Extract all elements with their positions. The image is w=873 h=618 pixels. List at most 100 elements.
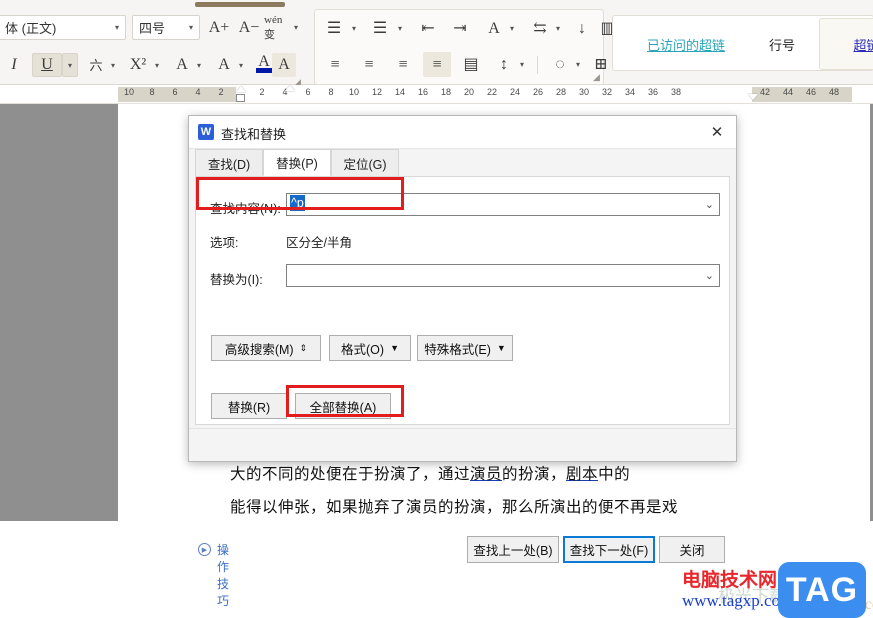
options-label: 选项: xyxy=(210,236,239,250)
ruler-tick: 32 xyxy=(601,87,612,97)
distributed-align-icon: ▤ xyxy=(463,55,479,73)
first-line-indent-marker[interactable] xyxy=(236,86,246,92)
ruler-tick: 36 xyxy=(647,87,658,97)
find-what-input[interactable]: ^p xyxy=(290,195,305,211)
paragraph-direction-button[interactable]: ⇆ xyxy=(527,16,553,41)
text-effect-button[interactable]: A xyxy=(170,53,194,77)
underline-button[interactable]: U xyxy=(32,53,62,77)
shrink-font-button[interactable]: A− xyxy=(236,15,262,40)
tab-replace[interactable]: 替换(P) xyxy=(263,149,331,176)
ruler-tick: 8 xyxy=(328,87,334,97)
align-left-icon: ≡ xyxy=(330,55,340,73)
replace-with-combo[interactable]: ⌄ xyxy=(286,264,720,287)
shading-dropdown[interactable]: ▾ xyxy=(571,52,585,77)
find-what-label: 查找内容(N): xyxy=(210,202,281,216)
replace-all-button[interactable]: 全部替换(A) xyxy=(295,393,391,419)
doc-text-post: 中的 xyxy=(598,465,631,483)
ruler-tick: 28 xyxy=(555,87,566,97)
increase-indent-button[interactable]: ⇥ xyxy=(447,16,473,41)
style-label-hyperlink: 超链接 xyxy=(853,38,873,54)
superscript-dropdown[interactable]: ▾ xyxy=(150,53,164,77)
ribbon-tabstrip xyxy=(0,0,873,9)
asian-layout-button[interactable]: A xyxy=(481,16,507,41)
document-line-1: 大的不同的处便在于扮演了，通过演员的扮演，剧本中的 xyxy=(230,462,630,484)
bullets-button[interactable]: ☰ xyxy=(321,16,347,41)
right-indent-marker[interactable] xyxy=(748,94,758,100)
advanced-search-button[interactable]: 高级搜索(M) ⇕ xyxy=(211,335,321,361)
ruler-tick: 6 xyxy=(172,87,178,97)
numbering-button[interactable]: ☰ xyxy=(367,16,393,41)
ruler-tick: 8 xyxy=(149,87,155,97)
chevron-down-icon: ▼ xyxy=(390,343,399,353)
chevron-down-icon: ▼ xyxy=(496,343,506,353)
dialog-titlebar[interactable]: W 查找和替换 ✕ xyxy=(189,116,736,149)
decrease-indent-button[interactable]: ⇤ xyxy=(415,16,441,41)
distributed-align-button[interactable]: ▤ xyxy=(457,52,485,77)
doc-text-pre: 大的不同的处便在于扮演了，通过 xyxy=(230,465,471,483)
sort-button[interactable]: ↓ xyxy=(569,16,595,41)
style-item-line-number[interactable]: 行号 xyxy=(747,24,817,64)
ruler-tick: 24 xyxy=(509,87,520,97)
line-spacing-dropdown[interactable]: ▾ xyxy=(515,52,529,77)
paragraph-dialog-launcher[interactable]: ◢ xyxy=(593,72,600,83)
shading-button[interactable]: ◌ xyxy=(547,52,573,77)
style-item-visited-hyperlink[interactable]: 已访问的超链 xyxy=(627,24,745,64)
find-what-combo[interactable]: ^p ⌄ xyxy=(286,193,720,216)
doc-link-script[interactable]: 剧本 xyxy=(566,465,598,483)
italic-button[interactable]: I xyxy=(2,53,26,77)
italic-icon: I xyxy=(11,56,17,73)
paragraph-direction-icon: ⇆ xyxy=(533,19,547,37)
clear-format-button[interactable] xyxy=(272,15,298,40)
align-justify-button[interactable]: ≡ xyxy=(423,52,451,77)
style-item-hyperlink[interactable]: 超链接 xyxy=(819,18,873,70)
emphasis-mark-dropdown[interactable]: ▾ xyxy=(106,53,120,77)
font-size-combo[interactable]: 四号 ▾ xyxy=(132,15,200,40)
superscript-button[interactable]: X² xyxy=(124,53,152,77)
align-center-icon: ≡ xyxy=(364,55,374,73)
special-format-button[interactable]: 特殊格式(E) ▼ xyxy=(417,335,513,361)
ribbon: 体 (正文) ▾ 四号 ▾ A+ A− wén变 ▾ I U ▾ 六 ▾ X² … xyxy=(0,0,873,87)
highlight-dropdown[interactable]: ▾ xyxy=(234,53,248,77)
replace-button[interactable]: 替换(R) xyxy=(211,393,287,419)
ruler-tick: 22 xyxy=(486,87,497,97)
ruler-tick: 16 xyxy=(417,87,428,97)
highlight-button[interactable]: A xyxy=(212,53,236,77)
grow-font-button[interactable]: A+ xyxy=(206,15,232,40)
underline-dropdown[interactable]: ▾ xyxy=(62,53,78,77)
emphasis-mark-button[interactable]: 六 xyxy=(84,53,108,77)
find-next-button[interactable]: 查找下一处(F) xyxy=(563,536,655,563)
align-left-button[interactable]: ≡ xyxy=(321,52,349,77)
ruler-tick: 42 xyxy=(759,87,770,97)
find-previous-button[interactable]: 查找上一处(B) xyxy=(467,536,559,563)
align-center-button[interactable]: ≡ xyxy=(355,52,383,77)
char-shading-button[interactable]: A xyxy=(272,53,296,77)
bullets-dropdown[interactable]: ▾ xyxy=(347,16,361,41)
find-what-value: ^p xyxy=(290,195,305,211)
dialog-title: 查找和替换 xyxy=(221,127,287,142)
asian-layout-dropdown[interactable]: ▾ xyxy=(505,16,519,41)
tab-goto[interactable]: 定位(G) xyxy=(331,149,399,176)
advanced-search-label: 高级搜索(M) xyxy=(224,342,294,357)
chevron-down-icon[interactable]: ⌄ xyxy=(705,198,714,211)
chevron-down-icon: ▾ xyxy=(519,60,524,69)
line-spacing-icon: ↕ xyxy=(500,55,508,73)
chevron-down-icon[interactable]: ⌄ xyxy=(705,269,714,282)
tab-find[interactable]: 查找(D) xyxy=(195,149,263,176)
active-tab-indicator[interactable] xyxy=(195,2,285,7)
line-spacing-button[interactable]: ↕ xyxy=(491,52,517,77)
left-indent-marker[interactable] xyxy=(236,94,245,102)
numbering-dropdown[interactable]: ▾ xyxy=(393,16,407,41)
format-button[interactable]: 格式(O) ▼ xyxy=(329,335,411,361)
doc-link-actor[interactable]: 演员 xyxy=(470,465,502,483)
text-effect-dropdown[interactable]: ▾ xyxy=(192,53,206,77)
hanging-indent-marker[interactable] xyxy=(285,85,295,91)
paragraph-direction-dropdown[interactable]: ▾ xyxy=(551,16,565,41)
horizontal-ruler[interactable]: 10 8 6 4 2 2 4 6 8 10 12 14 16 18 20 22 … xyxy=(0,85,873,104)
close-button[interactable]: 关闭 xyxy=(659,536,725,563)
font-name-combo[interactable]: 体 (正文) ▾ xyxy=(0,15,126,40)
align-right-button[interactable]: ≡ xyxy=(389,52,417,77)
operation-tips-label[interactable]: 操作技巧 xyxy=(217,541,229,609)
doc-text-mid: 的扮演， xyxy=(502,465,567,483)
font-group: 体 (正文) ▾ 四号 ▾ A+ A− wén变 ▾ I U ▾ 六 ▾ X² … xyxy=(0,9,314,87)
close-icon[interactable]: ✕ xyxy=(706,122,728,142)
